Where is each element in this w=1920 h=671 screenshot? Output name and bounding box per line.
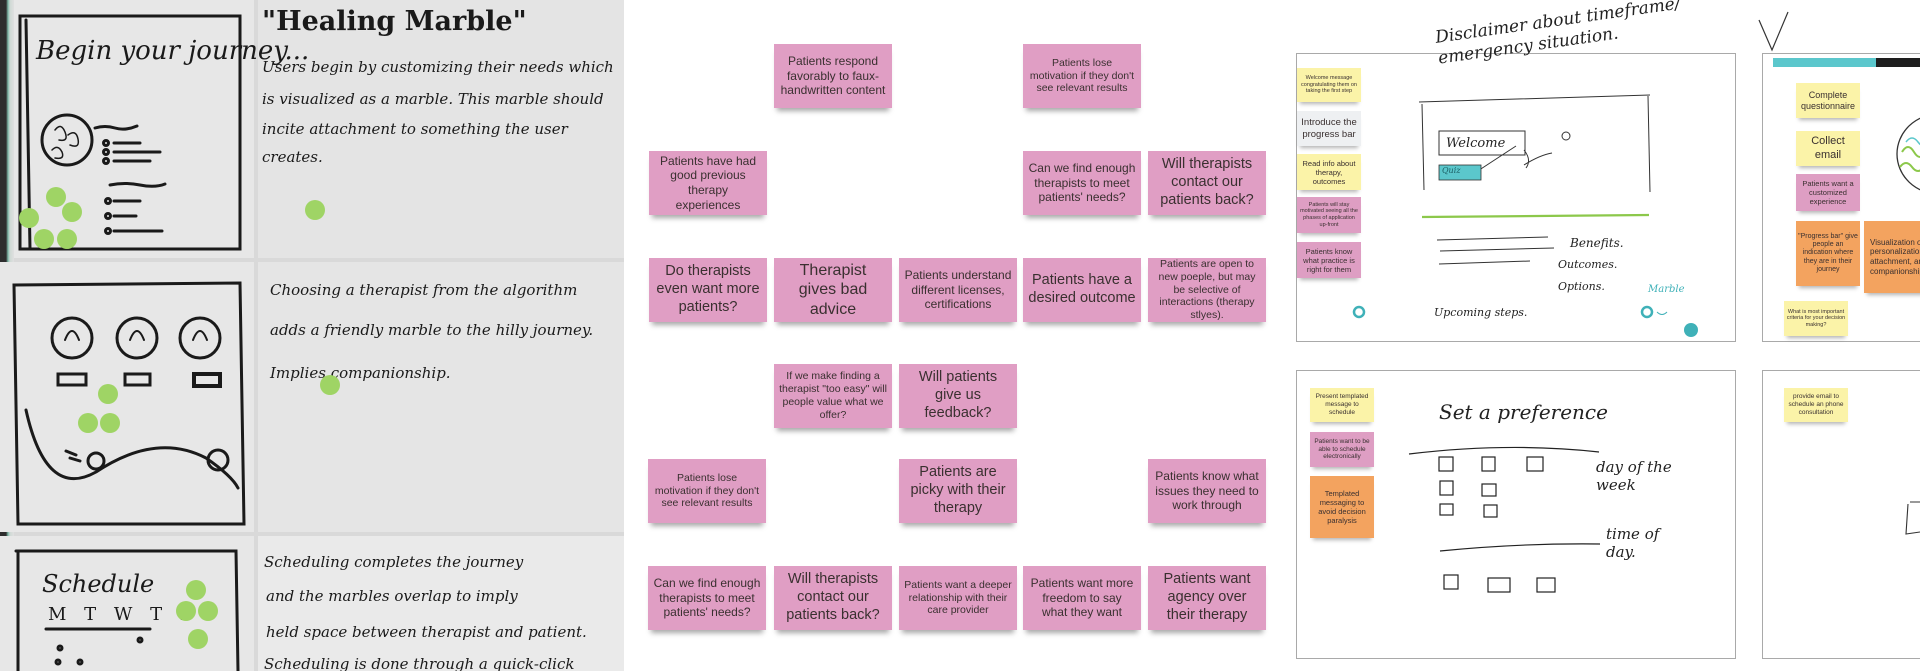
progress-bar-track <box>1876 58 1920 67</box>
panel2-line: Implies companionship. <box>270 364 451 382</box>
sticky-note[interactable]: Patients want more freedom to say what t… <box>1023 566 1141 630</box>
marble <box>57 229 77 249</box>
sticky-note[interactable]: Will therapists contact our patients bac… <box>774 566 892 630</box>
marble <box>188 629 208 649</box>
wire-note[interactable]: Templated messaging to avoid decision pa… <box>1310 476 1374 538</box>
sticky-note[interactable]: If we make finding a therapist "too easy… <box>774 364 892 428</box>
sticky-note[interactable]: Patients have had good previous therapy … <box>649 151 767 215</box>
wire-note[interactable]: Collect email <box>1796 131 1860 166</box>
wire-note[interactable]: Present templated message to schedule <box>1310 388 1374 422</box>
wire-note[interactable]: "Progress bar" give people an indication… <box>1796 221 1860 286</box>
marble <box>98 384 118 404</box>
wireframe-board: Disclaimer about timeframe/ emergency si… <box>1284 0 1920 671</box>
marble <box>19 208 39 228</box>
panel1-line: Users begin by customizing their needs w… <box>262 58 614 76</box>
panel1-line: creates. <box>262 148 323 166</box>
progress-bar-fill <box>1773 58 1876 67</box>
marble <box>305 200 325 220</box>
sticky-note[interactable]: Patients lose motivation if they don't s… <box>1023 44 1141 108</box>
marble <box>176 601 196 621</box>
sketch-title-schedule: Schedule <box>42 570 155 598</box>
marble <box>100 413 120 433</box>
panel3-line: Scheduling is done through a quick-click <box>264 655 575 671</box>
wire-note[interactable]: Patients want a customized experience <box>1796 174 1860 211</box>
wire-note[interactable]: Visualization of personalization, attach… <box>1864 221 1920 293</box>
panel2-line: Choosing a therapist from the algorithm <box>270 281 578 299</box>
panel2-line: adds a friendly marble to the hilly jour… <box>270 321 594 339</box>
sticky-note[interactable]: Will patients give us feedback? <box>899 364 1017 428</box>
sticky-note[interactable]: Patients are open to new poeple, but may… <box>1148 258 1266 322</box>
panel3-line: Scheduling completes the journey <box>264 553 524 571</box>
sticky-note[interactable]: Patients want agency over their therapy <box>1148 566 1266 630</box>
panel1-line: incite attachment to something the user <box>262 120 568 138</box>
sticky-note[interactable]: Can we find enough therapists to meet pa… <box>1023 151 1141 215</box>
sticky-note[interactable]: Patients are picky with their therapy <box>899 459 1017 523</box>
wire-note[interactable]: Patients want to be able to schedule ele… <box>1310 432 1374 467</box>
sticky-note[interactable]: Will therapists contact our patients bac… <box>1148 151 1266 215</box>
marble <box>62 202 82 222</box>
sticky-note[interactable]: Patients respond favorably to faux-handw… <box>774 44 892 108</box>
sketch-photo: Begin your journey... Schedule M T W T F… <box>0 0 624 671</box>
marble <box>46 187 66 207</box>
sticky-note[interactable]: Therapist gives bad advice <box>774 258 892 322</box>
sticky-note[interactable]: Patients understand different licenses, … <box>899 258 1017 322</box>
sticky-note[interactable]: Patients have a desired outcome <box>1023 258 1141 322</box>
marble <box>186 580 206 600</box>
sticky-note[interactable]: Patients lose motivation if they don't s… <box>648 459 766 523</box>
healing-marble-title: "Healing Marble" <box>262 6 527 37</box>
marble <box>198 601 218 621</box>
affinity-board: Patients respond favorably to faux-handw… <box>624 0 1284 671</box>
panel3-line: and the marbles overlap to imply <box>266 587 518 605</box>
sticky-note[interactable]: Can we find enough therapists to meet pa… <box>648 566 766 630</box>
wire-note[interactable]: provide email to schedule an phone consu… <box>1784 388 1848 422</box>
wire-note[interactable]: What is most important criteria for your… <box>1784 301 1848 336</box>
marble <box>78 413 98 433</box>
panel3-line: held space between therapist and patient… <box>266 623 587 641</box>
sticky-note[interactable]: Patients know what issues they need to w… <box>1148 459 1266 523</box>
sticky-note[interactable]: Do therapists even want more patients? <box>649 258 767 322</box>
wire-note[interactable]: Complete questionnaire <box>1796 83 1860 118</box>
input-field-sketch <box>1905 501 1920 535</box>
marble <box>34 229 54 249</box>
marble <box>320 375 340 395</box>
sticky-note[interactable]: Patients want a deeper relationship with… <box>899 566 1017 630</box>
time-of-day-label: time of day. <box>1606 525 1660 561</box>
marble-sketch-icon <box>1896 117 1920 191</box>
day-of-week-label: day of the week <box>1596 458 1672 494</box>
panel1-line: is visualized as a marble. This marble s… <box>262 90 604 108</box>
